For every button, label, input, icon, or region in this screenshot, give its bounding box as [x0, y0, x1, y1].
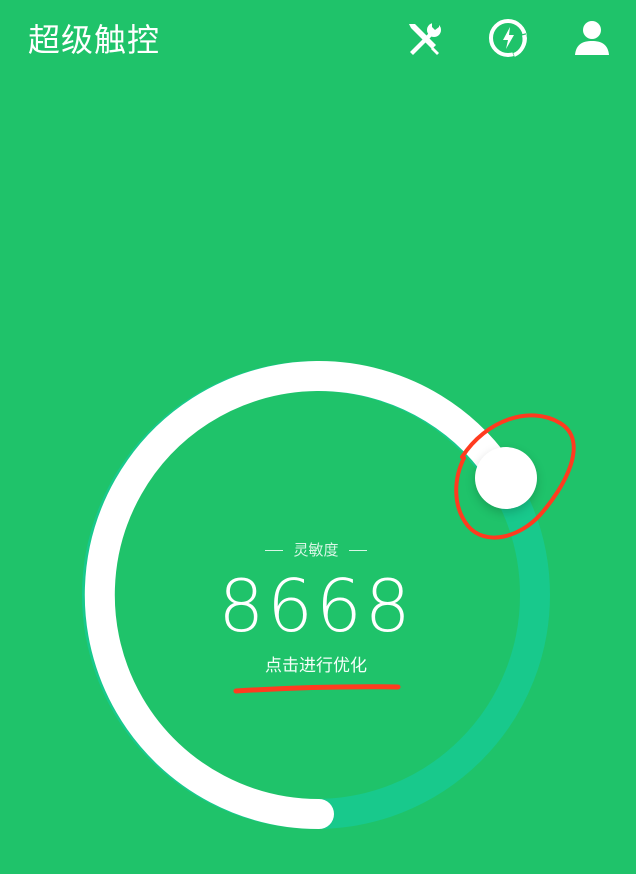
sensitivity-value: 8668 — [218, 564, 414, 648]
annotation-underline — [233, 684, 401, 694]
annotation-overlay — [233, 413, 576, 694]
dial-track — [82, 361, 550, 829]
user-icon — [575, 21, 609, 55]
label-right-dash — [348, 549, 367, 551]
label-left-dash — [265, 549, 284, 551]
gauge-center: 灵敏度 8668 点击进行优化 — [166, 540, 466, 678]
boost-icon — [489, 19, 527, 57]
boost-button[interactable] — [484, 14, 532, 62]
top-bar: 超级触控 — [0, 0, 636, 80]
dial-knob[interactable] — [475, 447, 537, 509]
sensitivity-label-row: 灵敏度 — [166, 540, 466, 560]
sensitivity-label: 灵敏度 — [293, 541, 339, 559]
sensitivity-dial — [0, 0, 636, 874]
dial-track-remaining — [82, 361, 550, 829]
tools-button[interactable] — [399, 14, 447, 62]
dial-track-filled — [84, 361, 522, 829]
tools-icon — [409, 22, 441, 55]
app-title: 超级触控 — [28, 21, 161, 59]
user-button[interactable] — [568, 14, 616, 62]
optimize-link[interactable]: 点击进行优化 — [265, 654, 367, 678]
